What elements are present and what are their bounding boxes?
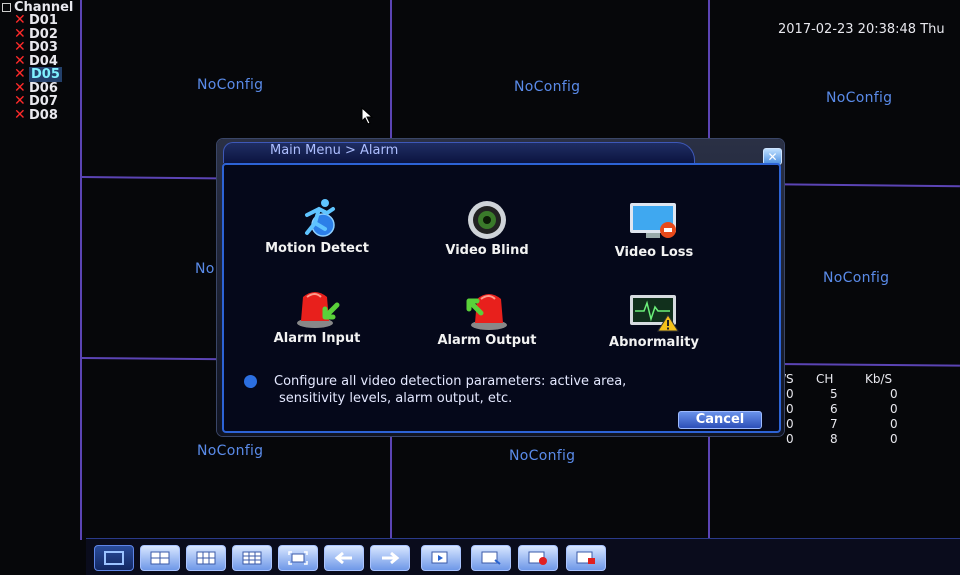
playback-button[interactable] xyxy=(421,545,461,571)
channel-list: Channel ✕ D01 ✕ D02 ✕ D03 ✕ D04 ✕ D05 ✕ D06 ✕ D… xyxy=(0,0,82,540)
tile-status-3: NoConfig xyxy=(826,90,893,106)
tile-status-1: NoConfig xyxy=(197,77,264,93)
disconnected-x-icon: ✕ xyxy=(14,107,26,123)
channel-item-d03[interactable]: ✕ D03 xyxy=(14,39,58,55)
info-icon xyxy=(244,375,257,388)
fullscreen-button[interactable] xyxy=(278,545,318,571)
channel-item-d08[interactable]: ✕ D08 xyxy=(14,107,58,123)
mouse-cursor-icon xyxy=(361,107,374,125)
cancel-button[interactable]: Cancel xyxy=(678,411,762,429)
taskbar xyxy=(86,538,960,575)
single-view-icon xyxy=(104,551,124,565)
dialog-title: Main Menu > Alarm xyxy=(270,143,399,158)
nine-view-button[interactable] xyxy=(232,545,272,571)
grid-line-v xyxy=(80,0,82,540)
menu-item-motion-detect[interactable]: Motion Detect xyxy=(242,195,392,256)
record-icon xyxy=(528,551,547,565)
tile-status-8: NoConfig xyxy=(509,448,576,464)
stop-record-icon xyxy=(576,551,595,564)
quad-view-icon xyxy=(150,551,170,565)
channel-item-d07[interactable]: ✕ D07 xyxy=(14,93,58,109)
nine-view-icon xyxy=(242,551,262,565)
playback-icon xyxy=(431,551,448,564)
channel-item-d01[interactable]: ✕ D01 xyxy=(14,12,58,28)
video-loss-icon xyxy=(624,199,684,245)
tile-status-6: NoConfig xyxy=(823,270,890,286)
motion-detect-icon xyxy=(287,195,347,241)
alarm-output-icon xyxy=(457,287,517,333)
close-icon: ✕ xyxy=(767,149,778,164)
tile-status-7: NoConfig xyxy=(197,443,264,459)
menu-item-alarm-output[interactable]: Alarm Output xyxy=(412,287,562,348)
alarm-menu-dialog: Main Menu > Alarm ✕ Motion Detect Video … xyxy=(217,139,784,436)
tile-status-4: No xyxy=(195,261,215,277)
channel-item-d05[interactable]: ✕ D05 xyxy=(14,66,62,82)
six-view-icon xyxy=(196,551,216,565)
collapse-box-icon[interactable] xyxy=(2,3,11,12)
stop-record-button[interactable] xyxy=(566,545,606,571)
arrow-right-icon xyxy=(382,551,400,565)
video-blind-icon xyxy=(457,197,517,243)
quad-view-button[interactable] xyxy=(140,545,180,571)
previous-button[interactable] xyxy=(324,545,364,571)
menu-item-abnormality[interactable]: Abnormality xyxy=(579,289,729,350)
single-view-button[interactable] xyxy=(94,545,134,571)
tile-status-2: NoConfig xyxy=(514,79,581,95)
dialog-title-bar[interactable]: Main Menu > Alarm xyxy=(223,142,695,163)
arrow-left-icon xyxy=(334,551,352,565)
record-button[interactable] xyxy=(518,545,558,571)
menu-item-video-loss[interactable]: Video Loss xyxy=(579,199,729,260)
ptz-icon xyxy=(481,551,501,565)
dialog-body: Motion Detect Video Blind Video Loss Ala… xyxy=(222,163,781,433)
six-view-button[interactable] xyxy=(186,545,226,571)
menu-item-video-blind[interactable]: Video Blind xyxy=(412,197,562,258)
next-button[interactable] xyxy=(370,545,410,571)
ptz-button[interactable] xyxy=(471,545,511,571)
datetime-display: 2017-02-23 20:38:48 Thu xyxy=(778,22,945,37)
abnormality-icon xyxy=(624,289,684,335)
menu-item-alarm-input[interactable]: Alarm Input xyxy=(242,285,392,346)
fullscreen-icon xyxy=(288,551,308,565)
alarm-input-icon xyxy=(287,285,347,331)
